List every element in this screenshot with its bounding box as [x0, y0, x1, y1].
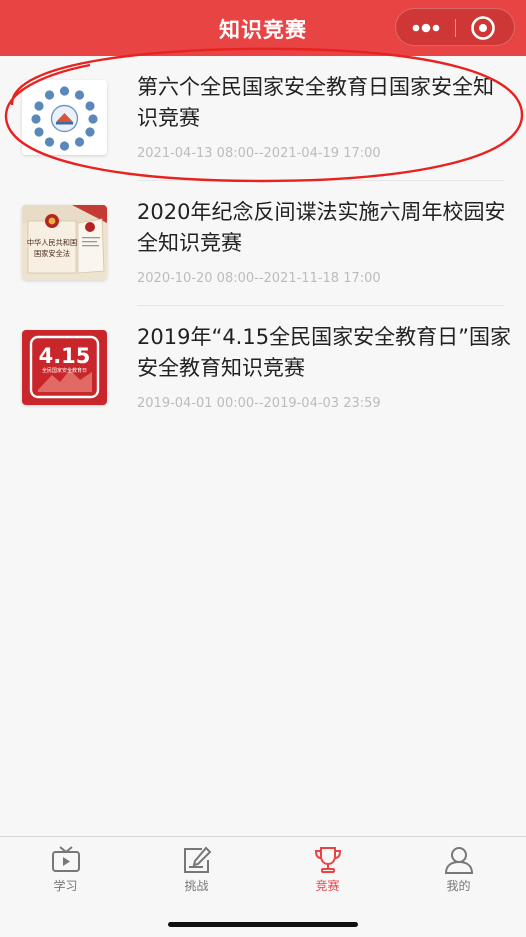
badge-number: 4.15: [39, 344, 91, 368]
book-title-line1: 中华人民共和国: [27, 238, 77, 247]
contest-title: 2019年“4.15全民国家安全教育日”国家安全教育知识竞赛: [137, 325, 511, 380]
edit-icon: [183, 846, 211, 873]
contest-item[interactable]: 4.15 全民国家安全教育日 2019年“4.15全民国家安全教育日”国家安全教…: [0, 306, 526, 431]
contest-item[interactable]: 第六个全民国家安全教育日国家安全知识竞赛 2021-04-13 08:00--2…: [0, 56, 526, 181]
badge-caption: 全民国家安全教育日: [42, 367, 87, 374]
mini-program-capsule: [395, 8, 515, 46]
home-indicator: [168, 922, 358, 927]
navigation-bar: 知识竞赛: [0, 0, 526, 56]
trophy-icon: [314, 847, 341, 873]
tab-label: 我的: [446, 879, 471, 893]
national-security-law-book-thumbnail: 中华人民共和国 国家安全法: [22, 205, 107, 280]
more-icon[interactable]: [410, 18, 442, 38]
tab-study[interactable]: 学习: [0, 837, 131, 897]
close-miniprogram-icon[interactable]: [470, 15, 496, 41]
contest-item[interactable]: 中华人民共和国 国家安全法 2020年纪念反间谍法实施六周年校园安全知识竞赛 2…: [0, 181, 526, 306]
tab-challenge[interactable]: 挑战: [131, 837, 262, 897]
tab-label: 挑战: [184, 879, 209, 893]
tab-label: 竞赛: [315, 879, 340, 893]
capsule-divider: [455, 19, 456, 37]
contest-date: 2020-10-20 08:00--2021-11-18 17:00: [137, 271, 381, 286]
contest-title: 2020年纪念反间谍法实施六周年校园安全知识竞赛: [137, 200, 506, 255]
415-badge-thumbnail: 4.15 全民国家安全教育日: [22, 330, 107, 405]
contest-date: 2021-04-13 08:00--2021-04-19 17:00: [137, 146, 381, 161]
tab-mine[interactable]: 我的: [393, 837, 524, 897]
security-network-thumbnail: [22, 80, 107, 155]
tab-contest[interactable]: 竞赛: [262, 837, 393, 897]
tab-label: 学习: [53, 879, 78, 893]
tv-icon: [51, 846, 80, 872]
contest-list: 第六个全民国家安全教育日国家安全知识竞赛 2021-04-13 08:00--2…: [0, 56, 526, 431]
contest-date: 2019-04-01 00:00--2019-04-03 23:59: [137, 396, 381, 411]
contest-title: 第六个全民国家安全教育日国家安全知识竞赛: [137, 75, 494, 130]
person-icon: [444, 847, 473, 874]
book-title-line2: 国家安全法: [34, 249, 70, 258]
